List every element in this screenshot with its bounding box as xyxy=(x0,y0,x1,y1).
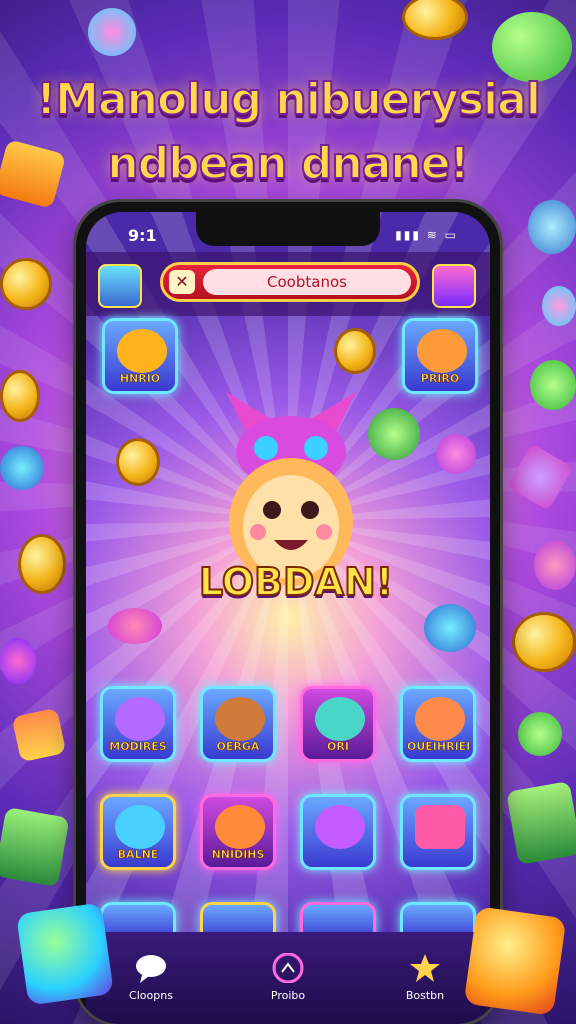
tile-label: NNIDIHS xyxy=(211,848,265,862)
dice-left-icon xyxy=(16,902,114,1006)
star-icon xyxy=(410,954,440,982)
floating-gem-icon xyxy=(88,8,136,56)
chat-icon xyxy=(136,955,166,983)
monster-icon xyxy=(315,805,365,849)
game-tile-7[interactable]: BALNE xyxy=(100,794,176,870)
coin-icon xyxy=(334,328,376,374)
search-bar[interactable]: ✕ Coobtanos xyxy=(160,262,420,302)
floating-green-coin-icon xyxy=(530,360,576,410)
floating-cube-icon xyxy=(11,707,67,763)
gift-icon[interactable] xyxy=(432,264,476,308)
status-icons: ▮▮▮ ≋ ▭ xyxy=(395,228,458,242)
tile-label: ORI xyxy=(327,740,350,754)
game-tile-10[interactable] xyxy=(400,794,476,870)
status-time: 9:1 xyxy=(128,226,157,245)
game-tile-2[interactable]: PRIRO xyxy=(402,318,478,394)
tile-label: MODIRES xyxy=(109,740,167,754)
blue-coin-icon xyxy=(424,604,476,652)
dog-icon xyxy=(215,697,265,741)
floating-blue-coin-icon xyxy=(528,200,576,254)
tile-label: HNRIO xyxy=(119,372,161,386)
tile-label: OUEIHRIEI xyxy=(407,740,471,754)
tile-label: PRIRO xyxy=(420,372,460,386)
creature-icon xyxy=(115,697,165,741)
nav-item-boost[interactable]: Bostbn xyxy=(380,953,470,1002)
phone-notch xyxy=(196,212,380,246)
dice-right-icon xyxy=(463,906,567,1016)
close-icon[interactable]: ✕ xyxy=(169,270,195,294)
headline-line-2: ndbean dnane! xyxy=(106,137,470,190)
cube-menu-icon[interactable] xyxy=(98,264,142,308)
floating-gem-icon xyxy=(534,540,576,590)
gem-icon xyxy=(436,434,476,474)
floating-coin-icon xyxy=(0,258,52,310)
phone-frame: 9:1 ▮▮▮ ≋ ▭ ✕ Coobtanos HNRIO PRIRO LOBD… xyxy=(76,202,500,1024)
cat-icon xyxy=(417,329,467,373)
bird-icon xyxy=(315,697,365,741)
floating-gem-icon xyxy=(0,638,36,684)
headline-line-1: !Manolug nibuerysial xyxy=(35,73,542,126)
gem-icon xyxy=(108,608,162,644)
profile-icon xyxy=(272,953,304,983)
cube-icon xyxy=(415,805,465,849)
search-text[interactable]: Coobtanos xyxy=(203,269,411,295)
nav-item-profile[interactable]: Proibo xyxy=(243,953,333,1002)
fox-icon xyxy=(415,697,465,741)
game-screen: 9:1 ▮▮▮ ≋ ▭ ✕ Coobtanos HNRIO PRIRO LOBD… xyxy=(86,212,490,1024)
floating-green-coin-icon xyxy=(518,712,562,756)
nav-label: Cloopns xyxy=(129,989,173,1002)
floating-cube-icon xyxy=(506,781,576,865)
bottom-nav: Cloopns Proibo Bostbn xyxy=(86,932,490,1024)
floating-blue-coin-icon xyxy=(0,446,44,490)
coin-icon xyxy=(116,438,160,486)
game-tile-6[interactable]: OUEIHRIEI xyxy=(400,686,476,762)
fish-icon xyxy=(117,329,167,373)
star-coin-icon xyxy=(368,408,420,460)
game-tile-9[interactable] xyxy=(300,794,376,870)
nav-item-chat[interactable]: Cloopns xyxy=(106,953,196,1002)
floating-gem-icon xyxy=(542,286,576,326)
floating-coin-icon xyxy=(18,534,66,594)
tile-label: OERGA xyxy=(216,740,260,754)
game-tile-4[interactable]: OERGA xyxy=(200,686,276,762)
game-tile-3[interactable]: MODIRES xyxy=(100,686,176,762)
nav-label: Bostbn xyxy=(405,989,445,1002)
fox-icon xyxy=(215,805,265,849)
floating-coin-icon xyxy=(0,370,40,422)
game-logo-text: LOBDAN! xyxy=(198,559,394,605)
floating-green-coin-icon xyxy=(492,12,572,82)
game-tile-1[interactable]: HNRIO xyxy=(102,318,178,394)
cat-icon xyxy=(115,805,165,849)
nav-label: Proibo xyxy=(270,989,306,1002)
floating-coin-icon xyxy=(512,612,576,672)
game-tile-8[interactable]: NNIDIHS xyxy=(200,794,276,870)
floating-cube-icon xyxy=(0,806,70,888)
game-tile-5[interactable]: ORI xyxy=(300,686,376,762)
tile-label: BALNE xyxy=(117,848,159,862)
